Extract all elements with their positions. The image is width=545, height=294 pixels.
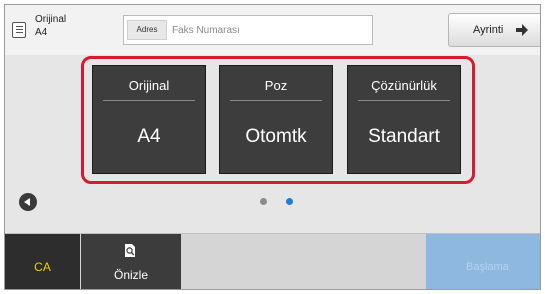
original-settings-icon[interactable]	[12, 22, 26, 38]
bottom-bar: CA Önizle Başlama	[5, 233, 540, 289]
original-info-size: A4	[35, 27, 48, 38]
address-book-button[interactable]: Adres	[127, 20, 167, 40]
setting-tile-exposure[interactable]: Poz Otomtk	[219, 65, 333, 174]
setting-tile-title: Poz	[264, 78, 288, 93]
page-dot-inactive[interactable]	[260, 198, 267, 205]
page-dot-active	[286, 198, 293, 205]
detail-button-label: Ayrinti	[473, 24, 504, 36]
preview-label: Önizle	[113, 268, 148, 282]
setting-tile-value: A4	[137, 126, 161, 147]
setting-tile-value: Otomtk	[245, 126, 307, 147]
previous-page-button[interactable]	[19, 193, 37, 211]
preview-button[interactable]: Önizle	[81, 234, 181, 289]
divider	[358, 100, 450, 101]
start-label: Başlama	[466, 261, 509, 273]
setting-tile-title: Çözünürlük	[371, 78, 437, 93]
divider	[103, 100, 195, 101]
divider	[230, 100, 322, 101]
address-field-container: Adres	[123, 15, 373, 45]
setting-tile-title: Orijinal	[128, 78, 170, 93]
preview-magnifier-icon	[125, 244, 135, 257]
clear-all-label: CA	[34, 260, 51, 274]
setting-tile-original[interactable]: Orijinal A4	[92, 65, 206, 174]
start-button[interactable]: Başlama	[426, 234, 540, 289]
fax-screen: Orijinal A4 Adres Ayrinti Orijinal A4 Po…	[4, 4, 541, 290]
detail-button[interactable]: Ayrinti	[448, 13, 540, 47]
top-bar: Orijinal A4 Adres Ayrinti	[5, 5, 540, 55]
fax-number-input[interactable]	[172, 16, 367, 44]
clear-all-button[interactable]: CA	[5, 234, 80, 289]
arrow-right-icon	[516, 24, 528, 36]
setting-tile-value: Standart	[368, 126, 440, 147]
original-info[interactable]: Orijinal A4	[35, 13, 66, 39]
setting-tile-resolution[interactable]: Çözünürlük Standart	[347, 65, 461, 174]
original-info-label: Orijinal	[35, 14, 67, 25]
